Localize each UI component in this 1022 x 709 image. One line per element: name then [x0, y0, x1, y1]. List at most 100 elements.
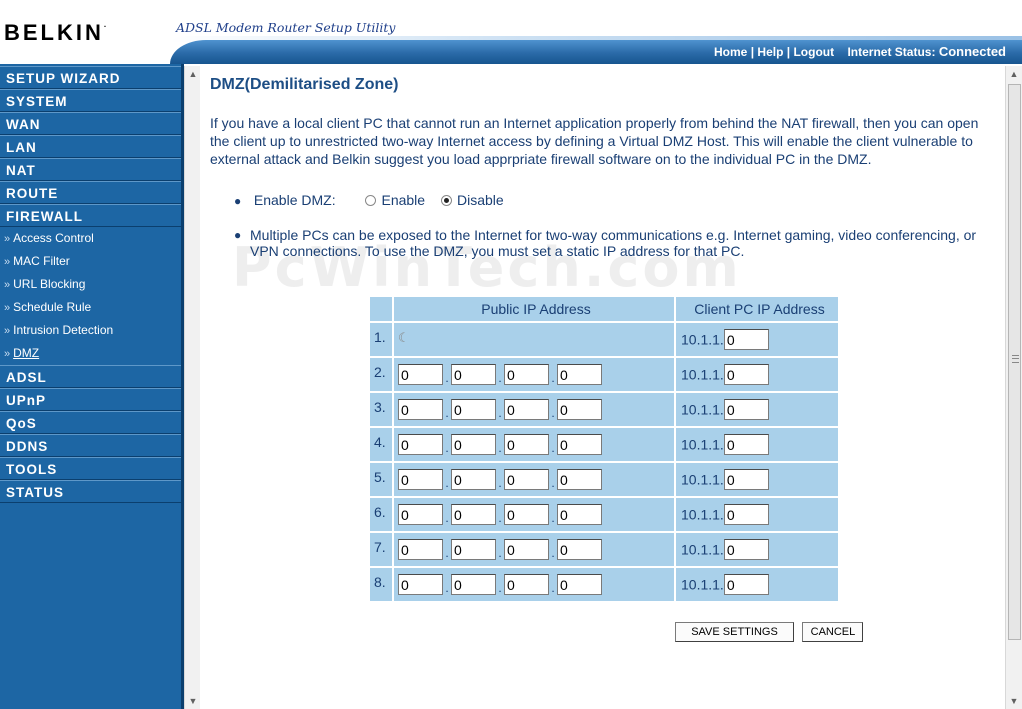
nav-ddns[interactable]: DDNS — [0, 434, 183, 457]
public-ip-octet-2-input[interactable] — [451, 539, 496, 560]
public-ip-octet-3-input[interactable] — [504, 504, 549, 525]
scrollbar-thumb[interactable] — [1008, 84, 1021, 640]
ip-dot-separator: . — [551, 441, 555, 455]
public-ip-octet-4-input[interactable] — [557, 539, 602, 560]
public-ip-octet-4-input[interactable] — [557, 469, 602, 490]
nav-setup-wizard[interactable]: SETUP WIZARD — [0, 66, 183, 89]
public-ip-octet-3-input[interactable] — [504, 574, 549, 595]
client-ip-prefix: 10.1.1. — [681, 401, 724, 418]
client-ip-last-octet-input[interactable] — [723, 399, 769, 420]
public-ip-octet-3-input[interactable] — [504, 539, 549, 560]
nav-wan[interactable]: WAN — [0, 112, 183, 135]
table-row: 4.... 10.1.1. — [368, 426, 840, 463]
public-ip-octet-1-input[interactable] — [398, 574, 443, 595]
ip-dot-separator: . — [498, 511, 502, 525]
public-ip-octet-2-input[interactable] — [451, 469, 496, 490]
public-ip-octet-4-input[interactable] — [557, 399, 602, 420]
scroll-up-icon[interactable]: ▲ — [185, 66, 201, 82]
public-ip-octet-3-input[interactable] — [504, 469, 549, 490]
nav-status[interactable]: STATUS — [0, 480, 183, 503]
public-ip-octet-3-input[interactable] — [504, 434, 549, 455]
client-ip-prefix: 10.1.1. — [681, 366, 724, 383]
nav-dmz[interactable]: » DMZ — [0, 342, 183, 365]
table-row: 7.... 10.1.1. — [368, 531, 840, 568]
enable-dmz-label: Enable DMZ: — [253, 192, 336, 208]
client-ip-last-octet-input[interactable] — [723, 329, 769, 350]
header: BELKIN. ADSL Modem Router Setup Utility … — [0, 0, 1022, 64]
nav-firewall[interactable]: FIREWALL — [0, 204, 183, 227]
cancel-button[interactable]: CANCEL — [802, 622, 864, 642]
scroll-down-icon[interactable]: ▼ — [1006, 693, 1022, 709]
nav-schedule-rule[interactable]: » Schedule Rule — [0, 296, 183, 319]
chevron-right-icon: » — [4, 279, 11, 291]
public-ip-octet-4-input[interactable] — [557, 574, 602, 595]
client-ip-last-octet-input[interactable] — [723, 539, 769, 560]
client-ip-cell: 10.1.1. — [674, 461, 840, 498]
main-content: DMZ(Demilitarised Zone) If you have a lo… — [210, 70, 1000, 259]
public-ip-octet-4-input[interactable] — [557, 364, 602, 385]
public-ip-octet-2-input[interactable] — [451, 504, 496, 525]
client-ip-last-octet-input[interactable] — [723, 364, 769, 385]
public-ip-octet-1-input[interactable] — [398, 504, 443, 525]
public-ip-octet-1-input[interactable] — [398, 364, 443, 385]
public-ip-octet-3-input[interactable] — [504, 399, 549, 420]
client-ip-last-octet-input[interactable] — [723, 574, 769, 595]
public-ip-octet-4-input[interactable] — [557, 504, 602, 525]
public-ip-octet-1-input[interactable] — [398, 399, 443, 420]
client-ip-last-octet-input[interactable] — [723, 469, 769, 490]
home-link[interactable]: Home — [714, 45, 747, 59]
nav-system[interactable]: SYSTEM — [0, 89, 183, 112]
ip-dot-separator: . — [551, 406, 555, 420]
client-ip-last-octet-input[interactable] — [723, 434, 769, 455]
disable-radio-label[interactable]: Disable — [457, 192, 504, 208]
nav-route[interactable]: ROUTE — [0, 181, 183, 204]
nav-access-control[interactable]: » Access Control — [0, 227, 183, 250]
nav-upnp[interactable]: UPnP — [0, 388, 183, 411]
public-ip-octet-2-input[interactable] — [451, 574, 496, 595]
nav-tools[interactable]: TOOLS — [0, 457, 183, 480]
row-number: 3. — [368, 391, 394, 428]
table-header-number — [368, 295, 394, 323]
public-ip-octet-2-input[interactable] — [451, 434, 496, 455]
scroll-down-icon[interactable]: ▼ — [185, 693, 201, 709]
nav-intrusion-detection[interactable]: » Intrusion Detection — [0, 319, 183, 342]
help-link[interactable]: Help — [757, 45, 783, 59]
nav-nat[interactable]: NAT — [0, 158, 183, 181]
logout-link[interactable]: Logout — [793, 45, 834, 59]
client-ip-prefix: 10.1.1. — [681, 576, 724, 593]
public-ip-octet-2-input[interactable] — [451, 364, 496, 385]
client-ip-cell: 10.1.1. — [674, 391, 840, 428]
loading-spinner-icon: ☾ — [398, 330, 410, 345]
enable-radio-label[interactable]: Enable — [381, 192, 425, 208]
client-ip-last-octet-input[interactable] — [723, 504, 769, 525]
content-scrollbar[interactable]: ▲ ▼ — [1005, 66, 1022, 709]
scroll-up-icon[interactable]: ▲ — [1006, 66, 1022, 82]
nav-url-blocking[interactable]: » URL Blocking — [0, 273, 183, 296]
dmz-host-table: Public IP Address Client PC IP Address 1… — [368, 295, 840, 603]
public-ip-octet-1-input[interactable] — [398, 434, 443, 455]
page-title: DMZ(Demilitarised Zone) — [210, 76, 399, 93]
public-ip-octet-1-input[interactable] — [398, 469, 443, 490]
nav-lan[interactable]: LAN — [0, 135, 183, 158]
row-number: 4. — [368, 426, 394, 463]
save-settings-button[interactable]: SAVE SETTINGS — [675, 622, 794, 642]
client-ip-prefix: 10.1.1. — [681, 541, 724, 558]
public-ip-octet-1-input[interactable] — [398, 539, 443, 560]
public-ip-cell: ... — [392, 566, 676, 603]
client-ip-cell: 10.1.1. — [674, 321, 840, 358]
public-ip-octet-2-input[interactable] — [451, 399, 496, 420]
nav-qos[interactable]: QoS — [0, 411, 183, 434]
ip-dot-separator: . — [551, 476, 555, 490]
enable-radio[interactable] — [365, 195, 377, 206]
disable-radio[interactable] — [440, 195, 452, 206]
ip-dot-separator: . — [445, 476, 449, 490]
ip-dot-separator: . — [551, 511, 555, 525]
public-ip-octet-3-input[interactable] — [504, 364, 549, 385]
nav-adsl[interactable]: ADSL — [0, 365, 183, 388]
ip-dot-separator: . — [445, 406, 449, 420]
public-ip-octet-4-input[interactable] — [557, 434, 602, 455]
ip-dot-separator: . — [445, 511, 449, 525]
nav-mac-filter[interactable]: » MAC Filter — [0, 250, 183, 273]
ip-dot-separator: . — [498, 476, 502, 490]
sidebar-scrollbar[interactable]: ▲ ▼ — [184, 66, 200, 709]
